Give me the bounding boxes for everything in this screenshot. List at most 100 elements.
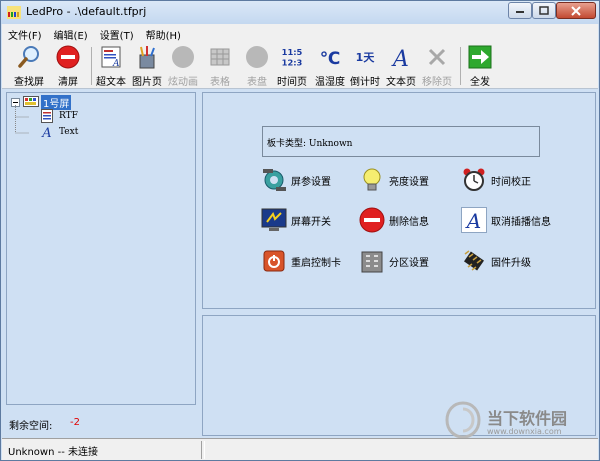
svg-text:A: A xyxy=(41,126,51,139)
find-screen-label: 查找屏 xyxy=(14,77,44,88)
control-panel xyxy=(202,92,596,309)
building-icon xyxy=(361,251,383,273)
countdown-button[interactable]: 1天 倒计时 xyxy=(350,45,380,88)
temperature-button[interactable]: ℃ 温湿度 xyxy=(315,45,345,88)
animation-button[interactable]: 炫动画 xyxy=(168,45,198,88)
delete-info-label: 删除信息 xyxy=(389,216,429,228)
close-button[interactable] xyxy=(556,2,596,19)
menu-bar: 文件(F) 编辑(E) 设置(T) 帮助(H) xyxy=(2,24,598,42)
text-page-label: 文本页 xyxy=(386,77,416,88)
cancel-insert-label: 取消插播信息 xyxy=(491,216,551,228)
hypertext-icon: A xyxy=(101,46,121,69)
minimize-icon xyxy=(516,10,524,13)
tree-item-rtf[interactable]: RTF xyxy=(41,109,78,123)
dial-button[interactable]: 表盘 xyxy=(245,45,269,88)
clear-screen-button[interactable]: 清屏 xyxy=(56,45,80,88)
status-divider xyxy=(201,441,202,459)
tree-root-label[interactable]: 1号屏 xyxy=(41,95,72,110)
remaining-space-label: 剩余空间: xyxy=(9,421,53,432)
svg-text:1天: 1天 xyxy=(356,51,376,64)
tree-item-text[interactable]: A Text xyxy=(41,125,78,139)
brightness-button[interactable]: 亮度设置 xyxy=(359,167,429,193)
send-all-button[interactable]: 全发 xyxy=(468,45,492,88)
svg-text:12:3: 12:3 xyxy=(282,57,303,67)
screen-switch-button[interactable]: 屏幕开关 xyxy=(261,207,331,233)
toolbar: 查找屏 清屏 A 超文本 图片页 炫动画 表格 表盘 11:5 12:3 时间页… xyxy=(2,42,598,89)
svg-text:℃: ℃ xyxy=(320,49,341,69)
screen-tree-panel: 1号屏 RTF A Text xyxy=(6,92,196,405)
alarm-clock-icon xyxy=(463,168,485,191)
card-type-text: 板卡类型: Unknown xyxy=(267,139,353,149)
text-page-icon: A xyxy=(391,47,409,69)
hypertext-button[interactable]: A 超文本 xyxy=(96,45,126,88)
remove-page-label: 移除页 xyxy=(422,77,452,88)
svg-text:A: A xyxy=(465,209,481,233)
svg-text:A: A xyxy=(112,59,120,69)
title-bar[interactable]: LedPro - .\default.tfprj xyxy=(1,1,599,24)
svg-text:A: A xyxy=(391,47,409,69)
menu-settings[interactable]: 设置(T) xyxy=(94,24,140,42)
temperature-label: 温湿度 xyxy=(315,77,345,88)
send-all-label: 全发 xyxy=(470,77,490,88)
time-calibration-label: 时间校正 xyxy=(491,176,531,188)
text-a-icon: A xyxy=(461,207,487,233)
text-a-icon: A xyxy=(41,126,51,139)
app-logo-icon xyxy=(7,6,21,19)
cancel-insert-button[interactable]: A 取消插播信息 xyxy=(461,207,551,233)
chip-icon xyxy=(464,250,484,271)
firmware-upgrade-button[interactable]: 固件升级 xyxy=(461,248,531,274)
picture-page-button[interactable]: 图片页 xyxy=(132,45,162,88)
screen-params-button[interactable]: 屏参设置 xyxy=(261,167,331,193)
minimize-button[interactable] xyxy=(508,2,532,19)
countdown-icon: 1天 xyxy=(356,51,376,64)
card-type-box: 板卡类型: Unknown xyxy=(262,126,540,157)
screen-params-label: 屏参设置 xyxy=(291,176,331,188)
table-icon xyxy=(210,48,230,66)
send-all-icon xyxy=(468,45,492,69)
screen-params-icon xyxy=(263,169,286,191)
restart-card-label: 重启控制卡 xyxy=(291,257,341,269)
menu-help[interactable]: 帮助(H) xyxy=(140,24,187,42)
screen-switch-label: 屏幕开关 xyxy=(291,216,331,228)
dial-label: 表盘 xyxy=(247,77,267,88)
rtf-doc-icon xyxy=(41,109,53,123)
zone-settings-button[interactable]: 分区设置 xyxy=(359,248,429,274)
time-page-icon: 11:5 12:3 xyxy=(282,47,303,67)
picture-page-label: 图片页 xyxy=(132,77,162,88)
hypertext-label: 超文本 xyxy=(96,77,126,88)
remove-page-icon xyxy=(428,48,446,66)
watermark-logo-icon xyxy=(445,401,481,439)
firmware-upgrade-label: 固件升级 xyxy=(491,257,531,269)
menu-file[interactable]: 文件(F) xyxy=(2,24,48,42)
remove-page-button[interactable]: 移除页 xyxy=(422,45,452,88)
dial-icon xyxy=(246,46,268,68)
connection-status: Unknown -- 未连接 xyxy=(8,447,98,458)
animation-icon xyxy=(172,46,194,68)
time-page-label: 时间页 xyxy=(277,77,307,88)
animation-label: 炫动画 xyxy=(168,77,198,88)
delete-icon xyxy=(359,207,385,233)
zone-settings-label: 分区设置 xyxy=(389,257,429,269)
monitor-icon xyxy=(261,208,287,231)
toolbar-separator xyxy=(460,47,461,85)
magnifier-icon xyxy=(18,46,39,68)
time-page-button[interactable]: 11:5 12:3 时间页 xyxy=(277,45,307,88)
find-screen-button[interactable]: 查找屏 xyxy=(14,45,44,88)
table-label: 表格 xyxy=(210,77,230,88)
restart-card-button[interactable]: 重启控制卡 xyxy=(261,248,341,274)
window-title: LedPro - .\default.tfprj xyxy=(26,5,147,18)
table-button[interactable]: 表格 xyxy=(208,45,232,88)
watermark-url: www.downxia.com xyxy=(487,427,562,436)
close-icon xyxy=(571,5,581,16)
time-calibration-button[interactable]: 时间校正 xyxy=(461,167,531,193)
maximize-button[interactable] xyxy=(532,2,556,19)
text-page-button[interactable]: A 文本页 xyxy=(386,45,416,88)
delete-info-button[interactable]: 删除信息 xyxy=(359,207,429,233)
picture-page-icon xyxy=(139,46,155,69)
power-icon xyxy=(263,250,285,272)
app-window: LedPro - .\default.tfprj 文件(F) 编辑(E) 设置(… xyxy=(0,0,600,461)
tree-item-label: RTF xyxy=(59,111,78,121)
menu-edit[interactable]: 编辑(E) xyxy=(48,24,94,42)
toolbar-separator xyxy=(91,47,92,85)
temperature-icon: ℃ xyxy=(320,49,341,69)
